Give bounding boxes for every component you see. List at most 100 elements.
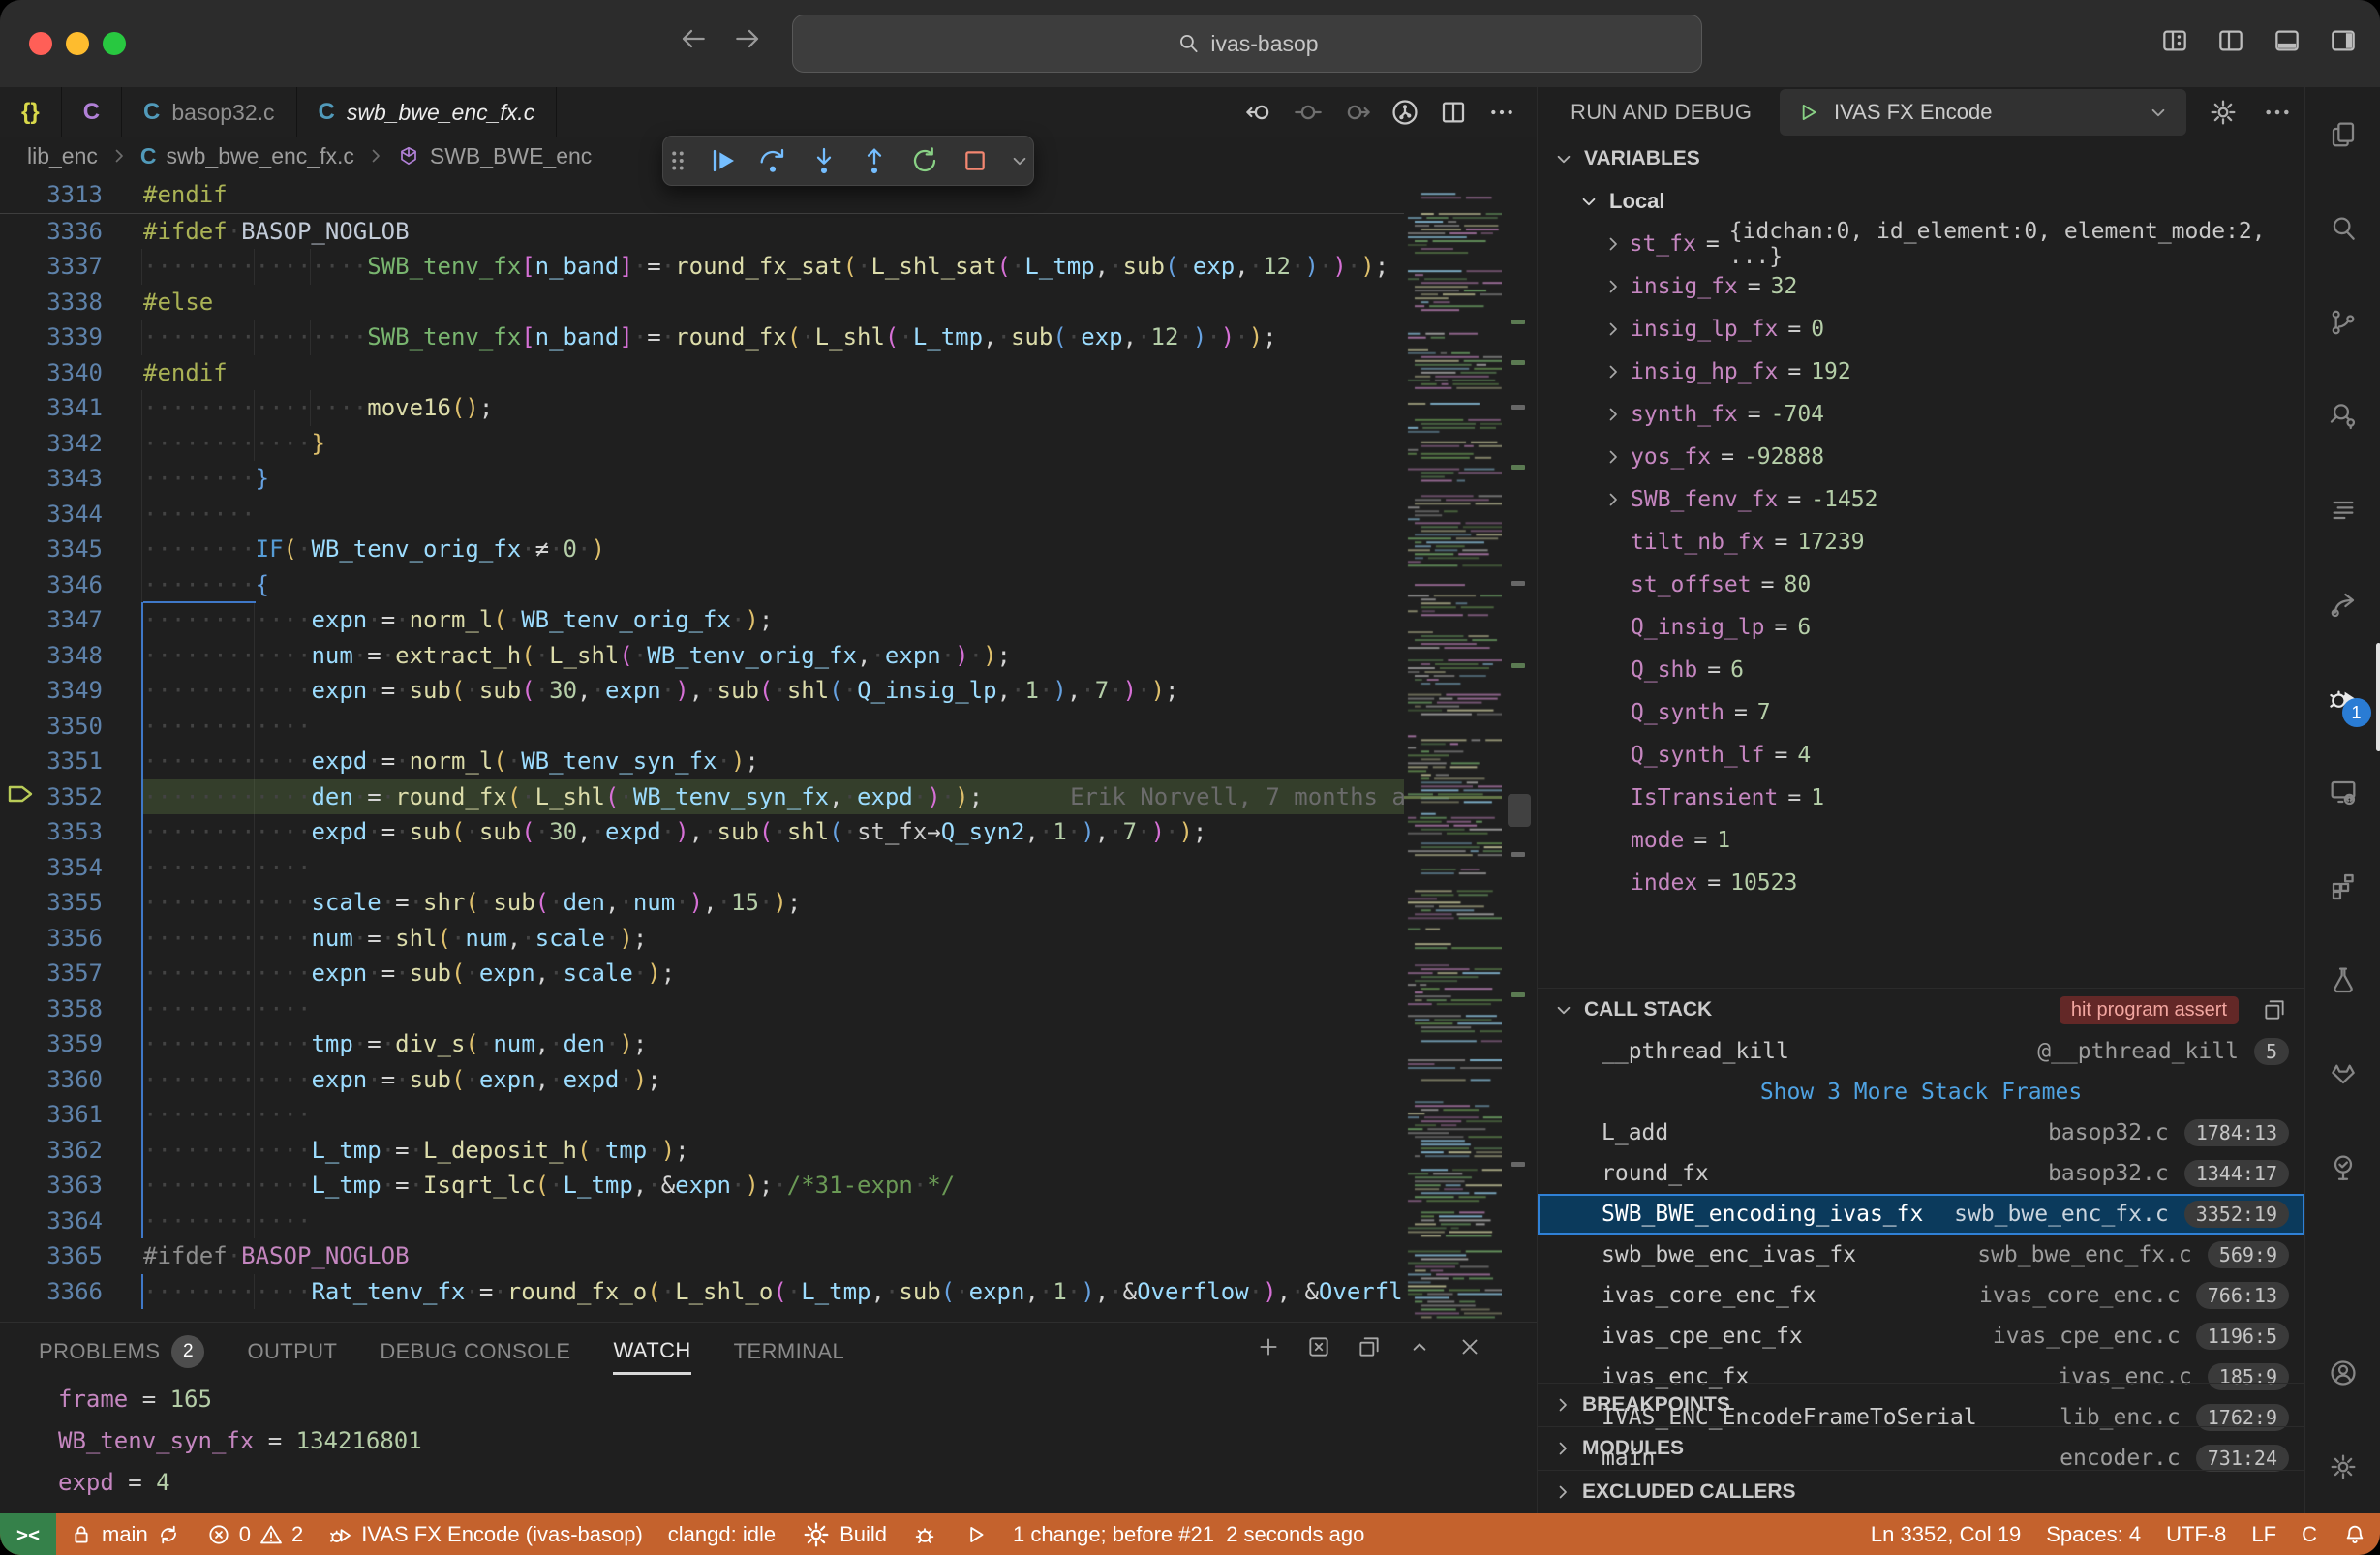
- variable-row[interactable]: index=10523: [1538, 862, 2304, 904]
- section-breakpoints[interactable]: BREAKPOINTS: [1538, 1383, 2304, 1426]
- minimap[interactable]: [1404, 174, 1502, 1322]
- language-item[interactable]: C: [2289, 1513, 2330, 1555]
- stack-frame-row[interactable]: SWB_BWE_encoding_ivas_fxswb_bwe_enc_fx.c…: [1538, 1194, 2304, 1235]
- start-debug-icon[interactable]: [1795, 100, 1820, 125]
- run-and-debug-icon[interactable]: 1: [2305, 651, 2380, 745]
- close-panel-button[interactable]: [1457, 1334, 1482, 1359]
- customize-layout-icon[interactable]: [2159, 25, 2190, 56]
- line-number[interactable]: 3336: [0, 214, 103, 250]
- expand-chevron-icon[interactable]: [1602, 445, 1631, 469]
- breadcrumb-item[interactable]: SWB_BWE_enc: [430, 143, 592, 169]
- debug-config-item[interactable]: IVAS FX Encode (ivas-basop): [316, 1513, 656, 1555]
- code-line[interactable]: 3340#endif: [0, 355, 1404, 391]
- code-line[interactable]: 3342············}: [0, 426, 1404, 462]
- breadcrumb-item[interactable]: lib_enc: [27, 143, 98, 169]
- extensions-icon[interactable]: [2305, 838, 2380, 932]
- encoding-item[interactable]: UTF-8: [2153, 1513, 2239, 1555]
- search-references-icon[interactable]: [2305, 369, 2380, 463]
- code-line[interactable]: 3349············expn·=·sub(·sub(·30,·exp…: [0, 673, 1404, 709]
- collapse-all-button[interactable]: [1357, 1334, 1382, 1359]
- more-actions-icon[interactable]: [1486, 97, 1517, 128]
- tab-swb-bwe-enc-fx[interactable]: Cswb_bwe_enc_fx.c: [297, 87, 558, 137]
- line-number[interactable]: 3344: [0, 497, 103, 533]
- code-line[interactable]: 3359············tmp·=·div_s(·num,·den·);: [0, 1026, 1404, 1062]
- code-line[interactable]: 3364············: [0, 1204, 1404, 1239]
- panel-tab-debug-console[interactable]: DEBUG CONSOLE: [380, 1330, 570, 1373]
- drag-grip[interactable]: [663, 140, 692, 181]
- call-stack-header[interactable]: CALL STACK hit program assert: [1538, 988, 2304, 1031]
- stack-frame-row[interactable]: swb_bwe_enc_ivas_fxswb_bwe_enc_fx.c569:9: [1538, 1235, 2304, 1275]
- breadcrumb-item[interactable]: swb_bwe_enc_fx.c: [167, 143, 354, 169]
- toggle-secondary-sidebar-icon[interactable]: [2328, 25, 2359, 56]
- commit-graph-icon[interactable]: [1389, 97, 1420, 128]
- code-line[interactable]: 3358············: [0, 991, 1404, 1027]
- clangd-status-item[interactable]: clangd: idle: [656, 1513, 788, 1555]
- code-line[interactable]: 3337················SWB_tenv_fx[n_band]·…: [0, 249, 1404, 285]
- line-number[interactable]: 3348: [0, 638, 103, 674]
- indentation-item[interactable]: Spaces: 4: [2033, 1513, 2153, 1555]
- code-line[interactable]: 3356············num·=·shl(·num,·scale·);: [0, 921, 1404, 957]
- toggle-panel-icon[interactable]: [2272, 25, 2303, 56]
- code-line[interactable]: 3351············expd·=·norm_l(·WB_tenv_s…: [0, 744, 1404, 779]
- variable-row[interactable]: insig_hp_fx=192: [1538, 351, 2304, 393]
- code-line[interactable]: 3362············L_tmp·=·L_deposit_h(·tmp…: [0, 1133, 1404, 1169]
- more-actions-icon[interactable]: [2262, 97, 2293, 128]
- notifications-item[interactable]: [2330, 1513, 2380, 1555]
- run-item[interactable]: [950, 1513, 1000, 1555]
- code-line[interactable]: 3366············Rat_tenv_fx·=·round_fx_o…: [0, 1274, 1404, 1310]
- code-line[interactable]: 3341················move16();: [0, 390, 1404, 426]
- zoom-window-button[interactable]: [103, 32, 126, 55]
- gitlab-icon[interactable]: [2305, 1026, 2380, 1120]
- code-line[interactable]: 3357············expn·=·sub(·expn,·scale·…: [0, 956, 1404, 991]
- scope-local[interactable]: Local: [1538, 180, 2304, 223]
- stop-button[interactable]: [955, 140, 995, 181]
- source-control-icon[interactable]: [2305, 275, 2380, 369]
- variable-row[interactable]: Q_shb=6: [1538, 649, 2304, 691]
- code-line[interactable]: 3336#ifdef·BASOP_NOGLOB: [0, 214, 1404, 250]
- panel-tab-output[interactable]: OUTPUT: [247, 1330, 337, 1373]
- close-window-button[interactable]: [29, 32, 52, 55]
- line-number[interactable]: 3343: [0, 461, 103, 497]
- command-center-search[interactable]: ivas-basop: [792, 15, 1702, 73]
- code-line[interactable]: 3360············expn·=·sub(·expn,·expd·)…: [0, 1062, 1404, 1098]
- remote-explorer-icon[interactable]: [2305, 745, 2380, 838]
- code-line[interactable]: 3365#ifdef·BASOP_NOGLOB: [0, 1238, 1404, 1274]
- variable-row[interactable]: synth_fx=-704: [1538, 393, 2304, 436]
- next-change-icon[interactable]: [1341, 97, 1372, 128]
- stack-frame-row[interactable]: __pthread_kill@__pthread_kill5: [1538, 1031, 2304, 1072]
- panel-tab-terminal[interactable]: TERMINAL: [734, 1330, 844, 1373]
- code-line[interactable]: 3353············expd·=·sub(·sub(·30,·exp…: [0, 814, 1404, 850]
- line-number[interactable]: 3342: [0, 426, 103, 462]
- expand-chevron-icon[interactable]: [1602, 275, 1631, 298]
- testing-icon[interactable]: [2305, 932, 2380, 1026]
- line-number[interactable]: 3365: [0, 1238, 103, 1274]
- expand-chevron-icon[interactable]: [1602, 232, 1630, 256]
- settings-gear-icon[interactable]: [2305, 1419, 2380, 1513]
- line-number[interactable]: 3358: [0, 991, 103, 1027]
- line-number[interactable]: 3366: [0, 1274, 103, 1310]
- line-number[interactable]: 3351: [0, 744, 103, 779]
- line-number[interactable]: 3362: [0, 1133, 103, 1169]
- maximize-panel-button[interactable]: [1407, 1334, 1432, 1359]
- code-line[interactable]: 3338#else: [0, 285, 1404, 320]
- line-number[interactable]: 3347: [0, 602, 103, 638]
- stack-frame-row[interactable]: L_addbasop32.c1784:13: [1538, 1113, 2304, 1153]
- line-number[interactable]: 3353: [0, 814, 103, 850]
- overview-ruler[interactable]: [1502, 174, 1537, 1322]
- add-watch-button[interactable]: [1256, 1334, 1281, 1359]
- line-number[interactable]: 3361: [0, 1097, 103, 1133]
- search-icon[interactable]: [2305, 181, 2380, 275]
- variable-row[interactable]: mode=1: [1538, 819, 2304, 862]
- line-number[interactable]: 3364: [0, 1204, 103, 1239]
- line-number[interactable]: 3341: [0, 390, 103, 426]
- line-number[interactable]: 3354: [0, 850, 103, 886]
- line-number[interactable]: 3357: [0, 956, 103, 991]
- copy-call-stack-icon[interactable]: [2262, 997, 2287, 1022]
- line-number[interactable]: 3346: [0, 567, 103, 603]
- code-line[interactable]: 3355············scale·=·shr(·sub(·den,·n…: [0, 885, 1404, 921]
- toggle-sidebar-icon[interactable]: [2215, 25, 2246, 56]
- code-pane[interactable]: 3313#endif3336#ifdef·BASOP_NOGLOB3337···…: [0, 174, 1404, 1322]
- watch-item[interactable]: frame = 165: [58, 1379, 1498, 1420]
- tab-settings-json[interactable]: {}: [0, 87, 62, 137]
- watch-item[interactable]: WB_tenv_syn_fx = 134216801: [58, 1420, 1498, 1462]
